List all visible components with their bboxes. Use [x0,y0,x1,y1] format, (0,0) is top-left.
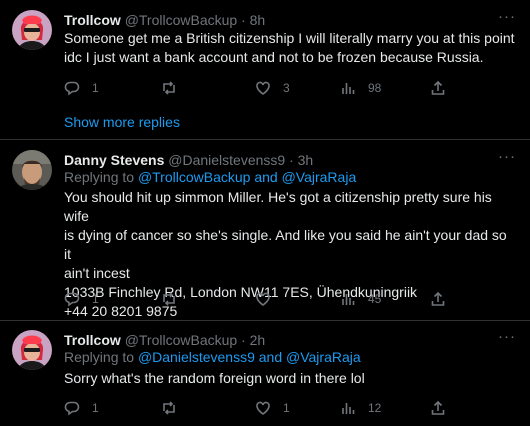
views-button[interactable]: 98 [340,78,381,98]
views-icon [342,294,355,305]
more-options-button[interactable]: ··· [498,9,516,24]
reply-count: 1 [92,81,99,95]
heart-icon [256,401,270,415]
reply-button[interactable]: 1 [64,78,99,98]
heart-icon [256,292,270,306]
views-button[interactable]: 12 [340,398,381,418]
show-more-replies-link[interactable]: Show more replies [64,113,180,131]
avatar[interactable] [12,10,52,50]
replying-to-label: Replying to [64,169,138,185]
timestamp[interactable]: · 2h [241,332,265,348]
like-count: 1 [283,401,290,415]
share-button[interactable] [430,398,446,418]
reply-count: 1 [92,401,99,415]
reply-button[interactable]: 1 [64,398,99,418]
replying-to: Replying to @TrollcowBackup and @VajraRa… [64,169,356,185]
timestamp[interactable]: · 3h [289,152,313,168]
like-button[interactable] [255,289,271,309]
author-name[interactable]: Trollcow [64,12,121,28]
reply-count: 1 [92,292,99,306]
view-count: 12 [368,401,382,415]
timestamp[interactable]: · 8h [241,12,265,28]
avatar[interactable] [12,150,52,190]
share-icon [431,400,445,415]
retweet-icon [163,401,175,415]
tweet-2[interactable]: Danny Stevens @Danielstevenss9 · 3h ··· … [0,149,530,319]
divider [0,320,530,321]
author-name[interactable]: Trollcow [64,332,121,348]
share-button[interactable] [430,289,446,309]
share-button[interactable] [430,78,446,98]
share-icon [431,80,445,95]
reply-icon [64,81,80,96]
tweet-header: Danny Stevens @Danielstevenss9 · 3h [64,150,313,170]
author-handle[interactable]: @Danielstevenss9 [168,152,285,168]
reply-icon [64,292,80,307]
replying-to-users[interactable]: @TrollcowBackup and @VajraRaja [138,169,356,185]
view-count: 98 [368,81,382,95]
like-count: 3 [283,81,290,95]
author-name[interactable]: Danny Stevens [64,152,164,168]
reply-button[interactable]: 1 [64,289,99,309]
retweet-icon [163,292,175,306]
avatar[interactable] [12,330,52,370]
retweet-button[interactable] [161,78,177,98]
views-icon [342,83,355,94]
author-handle[interactable]: @TrollcowBackup [125,332,238,348]
heart-icon [256,81,270,95]
view-count: 45 [368,292,382,306]
retweet-icon [163,81,175,95]
tweet-1[interactable]: Trollcow @TrollcowBackup · 8h ··· Someon… [0,9,530,98]
views-button[interactable]: 45 [340,289,381,309]
tweet-text: Someone get me a British citizenship I w… [64,30,515,65]
reply-icon [64,401,80,416]
tweet-3[interactable]: Trollcow @TrollcowBackup · 2h ··· Replyi… [0,329,530,420]
retweet-button[interactable] [161,289,177,309]
action-bar: 1 1 12 [64,398,516,418]
like-button[interactable]: 1 [255,398,290,418]
action-bar: 1 3 98 [64,78,516,98]
action-bar: 1 45 [64,289,516,309]
more-options-button[interactable]: ··· [498,149,516,164]
retweet-button[interactable] [161,398,177,418]
views-icon [342,403,355,414]
share-icon [431,291,445,306]
divider [0,139,530,140]
replying-to-users[interactable]: @Danielstevenss9 and @VajraRaja [138,349,361,365]
author-handle[interactable]: @TrollcowBackup [125,12,238,28]
more-options-button[interactable]: ··· [498,329,516,344]
tweet-header: Trollcow @TrollcowBackup · 2h [64,330,265,350]
tweet-header: Trollcow @TrollcowBackup · 8h [64,10,265,30]
like-button[interactable]: 3 [255,78,290,98]
replying-to-label: Replying to [64,349,138,365]
replying-to: Replying to @Danielstevenss9 and @VajraR… [64,349,361,365]
tweet-text: Sorry what's the random foreign word in … [64,370,365,386]
